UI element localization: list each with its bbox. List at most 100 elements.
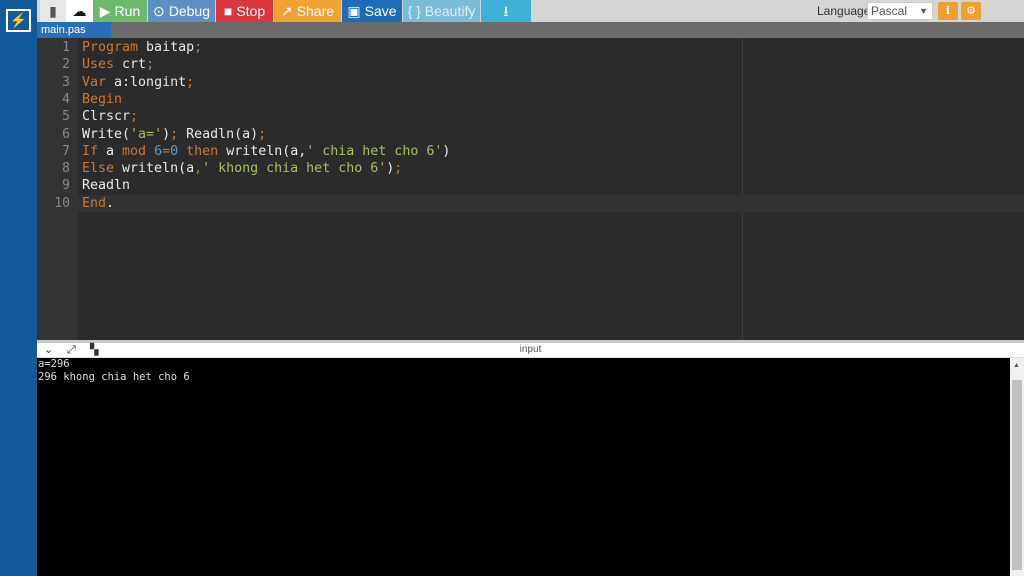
cloud-upload-icon: ☁ [72, 3, 87, 19]
beautify-button[interactable]: { } Beautify [403, 0, 480, 22]
code-line[interactable]: Program baitap; [82, 39, 202, 56]
code-token: then [186, 143, 219, 159]
toolbar: ▮ ☁ ▶ Run ⊙ Debug ■ Stop ↗ Share ▣ Save { } B… [37, 0, 1024, 22]
code-token: Else [82, 161, 115, 177]
code-line[interactable]: Begin [82, 91, 122, 108]
line-number: 1 [62, 40, 70, 55]
debug-icon: ⊙ [153, 3, 165, 19]
line-number: 3 [62, 74, 70, 90]
code-token: baitap [138, 40, 195, 55]
debug-button[interactable]: ⊙ Debug [148, 0, 215, 22]
floppy-icon: ▣ [347, 3, 361, 19]
active-line-highlight [78, 194, 1024, 212]
expand-icon[interactable]: ⤢ [67, 343, 76, 358]
io-panel-header: input ⌄ ⤢ ▚ [37, 343, 1024, 358]
code-line[interactable]: Uses crt; [82, 56, 154, 73]
line-number: 6 [62, 126, 70, 142]
code-token: 0 [170, 143, 179, 159]
clear-console-icon[interactable]: ▚ [90, 343, 98, 358]
line-number: 5 [62, 109, 70, 125]
stop-button[interactable]: ■ Stop [216, 0, 273, 22]
file-icon: ▮ [49, 3, 57, 19]
download-button[interactable]: ⭳ [481, 0, 531, 22]
code-token: ) [442, 143, 451, 159]
line-number: 8 [62, 161, 70, 177]
code-token: ' khong chia het cho 6' [202, 161, 387, 177]
code-token: ' chia het cho 6' [306, 143, 443, 159]
panel-title: input [519, 344, 542, 355]
info-icon: ℹ [945, 5, 951, 17]
sidebar: ⚡ [0, 0, 37, 576]
code-token: ) [162, 126, 171, 142]
lightning-logo-icon[interactable]: ⚡ [6, 9, 31, 32]
code-token: Var [82, 74, 107, 90]
console-line: a=296 [38, 358, 70, 370]
upload-button[interactable]: ☁ [66, 0, 93, 22]
code-token: ; [194, 40, 203, 55]
code-token: , [194, 161, 203, 177]
save-button[interactable]: ▣ Save [342, 0, 402, 22]
code-token: Uses [82, 57, 115, 73]
code-line[interactable]: End. [82, 195, 114, 212]
code-token: ; [394, 161, 403, 177]
gear-icon: ⚙ [966, 5, 976, 17]
code-line[interactable]: Clrscr; [82, 108, 138, 125]
code-line[interactable]: Write('a='); Readln(a); [82, 126, 266, 143]
code-token: 6 [154, 143, 163, 159]
code-token: If [82, 143, 99, 159]
code-line[interactable]: Else writeln(a,' khong chia het cho 6'); [82, 160, 402, 177]
code-token: . [106, 195, 115, 211]
code-token: ; [258, 126, 267, 142]
run-button[interactable]: ▶ Run [93, 0, 147, 22]
code-token: = [162, 143, 171, 159]
code-token: crt [114, 57, 147, 73]
code-token: a [98, 143, 123, 159]
code-token: End [82, 195, 107, 211]
print-margin [742, 38, 743, 340]
code-token: Readln(a) [178, 126, 259, 142]
line-number: 10 [54, 195, 70, 211]
console-scrollbar[interactable]: ▲ [1010, 358, 1024, 576]
line-number: 7 [62, 143, 70, 159]
line-number: 2 [62, 57, 70, 73]
code-token: ; [186, 74, 195, 90]
code-line[interactable]: Var a:longint; [82, 74, 194, 91]
settings-button[interactable]: ⚙ [961, 2, 981, 20]
code-editor[interactable]: 1 Program baitap; 2 Uses crt; 3 Var a:longint… [37, 38, 1024, 340]
language-select[interactable]: Pascal ▼ [867, 2, 933, 20]
stop-icon: ■ [223, 3, 233, 19]
code-token: ; [130, 109, 139, 125]
code-token: Program [82, 40, 139, 55]
code-token: mod [122, 143, 147, 159]
console-output[interactable]: a=296 296 khong chia het cho 6 [37, 358, 1010, 576]
code-token: Readln [82, 178, 131, 194]
chevron-down-icon: ▼ [919, 6, 928, 16]
code-token: a:longint [106, 74, 187, 90]
share-icon: ↗ [280, 3, 293, 19]
code-token: writeln(a, [218, 143, 307, 159]
line-number: 4 [62, 91, 70, 107]
download-icon: ⭳ [503, 3, 509, 19]
code-line[interactable]: If a mod 6=0 then writeln(a,' chia het c… [82, 143, 450, 160]
code-token: Clrscr [82, 109, 131, 125]
code-line[interactable]: Readln [82, 177, 130, 194]
share-button[interactable]: ↗ Share [274, 0, 341, 22]
code-token: Begin [82, 91, 123, 107]
language-label: Language [817, 4, 871, 18]
chevron-down-icon[interactable]: ⌄ [44, 343, 53, 358]
code-token: ; [146, 57, 155, 73]
new-file-button[interactable]: ▮ [40, 0, 66, 22]
scroll-up-icon[interactable]: ▲ [1013, 362, 1020, 369]
code-token: Write( [82, 126, 131, 142]
info-button[interactable]: ℹ [938, 2, 958, 20]
tab-main-pas[interactable]: main.pas [37, 22, 111, 38]
file-tabs: main.pas [37, 22, 1024, 38]
code-token: 'a=' [130, 126, 163, 142]
code-token: writeln(a [114, 161, 195, 177]
line-number: 9 [62, 178, 70, 194]
play-icon: ▶ [99, 3, 111, 19]
code-token: ; [170, 126, 179, 142]
scrollbar-thumb[interactable] [1012, 380, 1022, 570]
